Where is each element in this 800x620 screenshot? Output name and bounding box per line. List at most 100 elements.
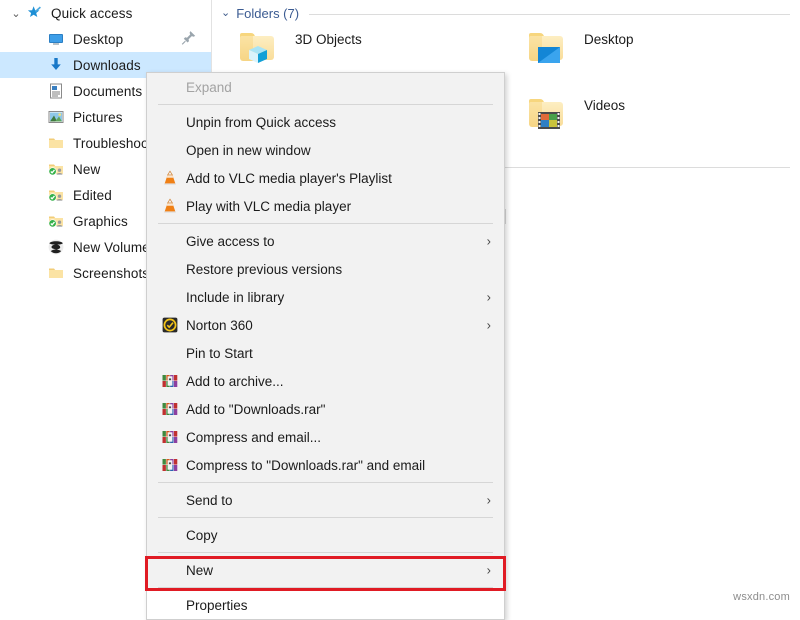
menu-item-label: Properties (186, 598, 248, 613)
menu-item-label: Compress and email... (186, 430, 321, 445)
sidebar-item-label: Screenshots (73, 266, 149, 281)
winrar-icon (159, 456, 181, 474)
menu-item-include-in-library[interactable]: Include in library› (147, 283, 504, 311)
film-strip-icon (538, 112, 560, 129)
vlc-cone-icon (159, 197, 181, 215)
menu-item-label: Send to (186, 493, 233, 508)
sidebar-item-desktop[interactable]: Desktop (0, 26, 211, 52)
vlc-cone-icon (159, 169, 181, 187)
folder-3d-objects-icon (235, 24, 281, 70)
vlc-cone-icon (162, 198, 178, 214)
menu-item-label: Open in new window (186, 143, 311, 158)
shared-folder-icon (48, 187, 64, 203)
downloads-arrow-icon (48, 57, 64, 73)
folders-group-header[interactable]: ⌄ Folders (7) (221, 4, 790, 22)
sidebar-item-quick-access[interactable]: ⌄Quick access (0, 0, 211, 26)
folder-tile-videos[interactable]: Videos (524, 90, 625, 136)
folder-tile-desktop[interactable]: Desktop (524, 24, 634, 70)
menu-icon-placeholder (159, 260, 181, 278)
menu-item-add-to-archive[interactable]: Add to archive... (147, 367, 504, 395)
star-pin-icon (26, 5, 42, 21)
menu-item-norton-360[interactable]: Norton 360› (147, 311, 504, 339)
menu-item-label: Unpin from Quick access (186, 115, 336, 130)
menu-item-compress-and-email[interactable]: Compress and email... (147, 423, 504, 451)
shared-folder-icon (48, 161, 64, 177)
menu-icon-placeholder (159, 491, 181, 509)
folder-videos-icon (524, 90, 570, 136)
context-menu[interactable]: Expand Unpin from Quick access Open in new… (146, 72, 505, 620)
pin-icon[interactable] (181, 30, 197, 49)
documents-icon (46, 82, 66, 100)
sidebar-item-label: New Volume (73, 240, 150, 255)
chevron-right-icon: › (487, 494, 491, 507)
menu-separator (158, 482, 493, 483)
sidebar-item-label: Documents (73, 84, 142, 99)
menu-item-pin-to-start[interactable]: Pin to Start (147, 339, 504, 367)
group-title: Folders (7) (236, 6, 299, 21)
menu-icon-placeholder (159, 288, 181, 306)
menu-separator (158, 104, 493, 105)
menu-item-play-with-vlc-media-player[interactable]: Play with VLC media player (147, 192, 504, 220)
sidebar-item-label: Downloads (73, 58, 141, 73)
folder-tile-label: Videos (584, 98, 625, 113)
menu-icon-placeholder (159, 232, 181, 250)
pin-icon (181, 30, 197, 46)
menu-item-label: Add to archive... (186, 374, 284, 389)
menu-item-label: Pin to Start (186, 346, 253, 361)
menu-item-label: Play with VLC media player (186, 199, 351, 214)
drive-superman-icon (48, 239, 64, 255)
norton-360-icon (159, 316, 181, 334)
cube-icon (249, 46, 271, 63)
chevron-down-icon[interactable]: ⌄ (221, 8, 230, 19)
menu-item-unpin-from-quick-access[interactable]: Unpin from Quick access (147, 108, 504, 136)
menu-item-label: Expand (186, 80, 232, 95)
menu-item-label: Include in library (186, 290, 284, 305)
menu-item-label: Norton 360 (186, 318, 253, 333)
folder-tile-3d-objects[interactable]: 3D Objects (235, 24, 362, 70)
menu-item-label: Add to VLC media player's Playlist (186, 171, 392, 186)
sidebar-item-label: Desktop (73, 32, 123, 47)
drive-superman-icon (46, 238, 66, 256)
star-pin-icon (24, 4, 44, 22)
menu-separator (158, 552, 493, 553)
menu-item-label: Give access to (186, 234, 275, 249)
shared-folder-icon (48, 213, 64, 229)
menu-item-label: Restore previous versions (186, 262, 342, 277)
menu-item-new[interactable]: New› (147, 556, 504, 584)
menu-item-properties[interactable]: Properties (147, 591, 504, 619)
menu-item-label: New (186, 563, 213, 578)
menu-separator (158, 587, 493, 588)
menu-item-label: Add to "Downloads.rar" (186, 402, 325, 417)
shared-folder-icon (46, 186, 66, 204)
folder-desktop-icon (524, 24, 570, 70)
winrar-icon (162, 429, 178, 445)
desktop-icon (48, 31, 64, 47)
menu-icon-placeholder (159, 596, 181, 614)
menu-item-add-to-vlc-media-player-s-playlist[interactable]: Add to VLC media player's Playlist (147, 164, 504, 192)
menu-item-compress-to-downloads-rar-and-email[interactable]: Compress to "Downloads.rar" and email (147, 451, 504, 479)
menu-item-add-to-downloads-rar[interactable]: Add to "Downloads.rar" (147, 395, 504, 423)
norton-360-icon (162, 317, 178, 333)
winrar-icon (159, 400, 181, 418)
menu-icon-placeholder (159, 78, 181, 96)
menu-separator (158, 517, 493, 518)
menu-item-send-to[interactable]: Send to › (147, 486, 504, 514)
folder-icon (48, 135, 64, 151)
chevron-right-icon: › (487, 235, 491, 248)
vlc-cone-icon (162, 170, 178, 186)
menu-item-give-access-to[interactable]: Give access to › (147, 227, 504, 255)
watermark: wsxdn.com (733, 591, 790, 603)
menu-separator (158, 223, 493, 224)
winrar-icon (162, 401, 178, 417)
group-divider (309, 14, 790, 15)
chevron-down-icon[interactable]: ⌄ (8, 7, 24, 20)
menu-item-restore-previous-versions[interactable]: Restore previous versions (147, 255, 504, 283)
monitor-icon (538, 46, 560, 63)
winrar-icon (162, 373, 178, 389)
sidebar-item-label: Graphics (73, 214, 128, 229)
desktop-icon (46, 30, 66, 48)
menu-item-copy[interactable]: Copy (147, 521, 504, 549)
menu-item-open-in-new-window[interactable]: Open in new window (147, 136, 504, 164)
winrar-icon (159, 372, 181, 390)
pictures-icon (48, 109, 64, 125)
